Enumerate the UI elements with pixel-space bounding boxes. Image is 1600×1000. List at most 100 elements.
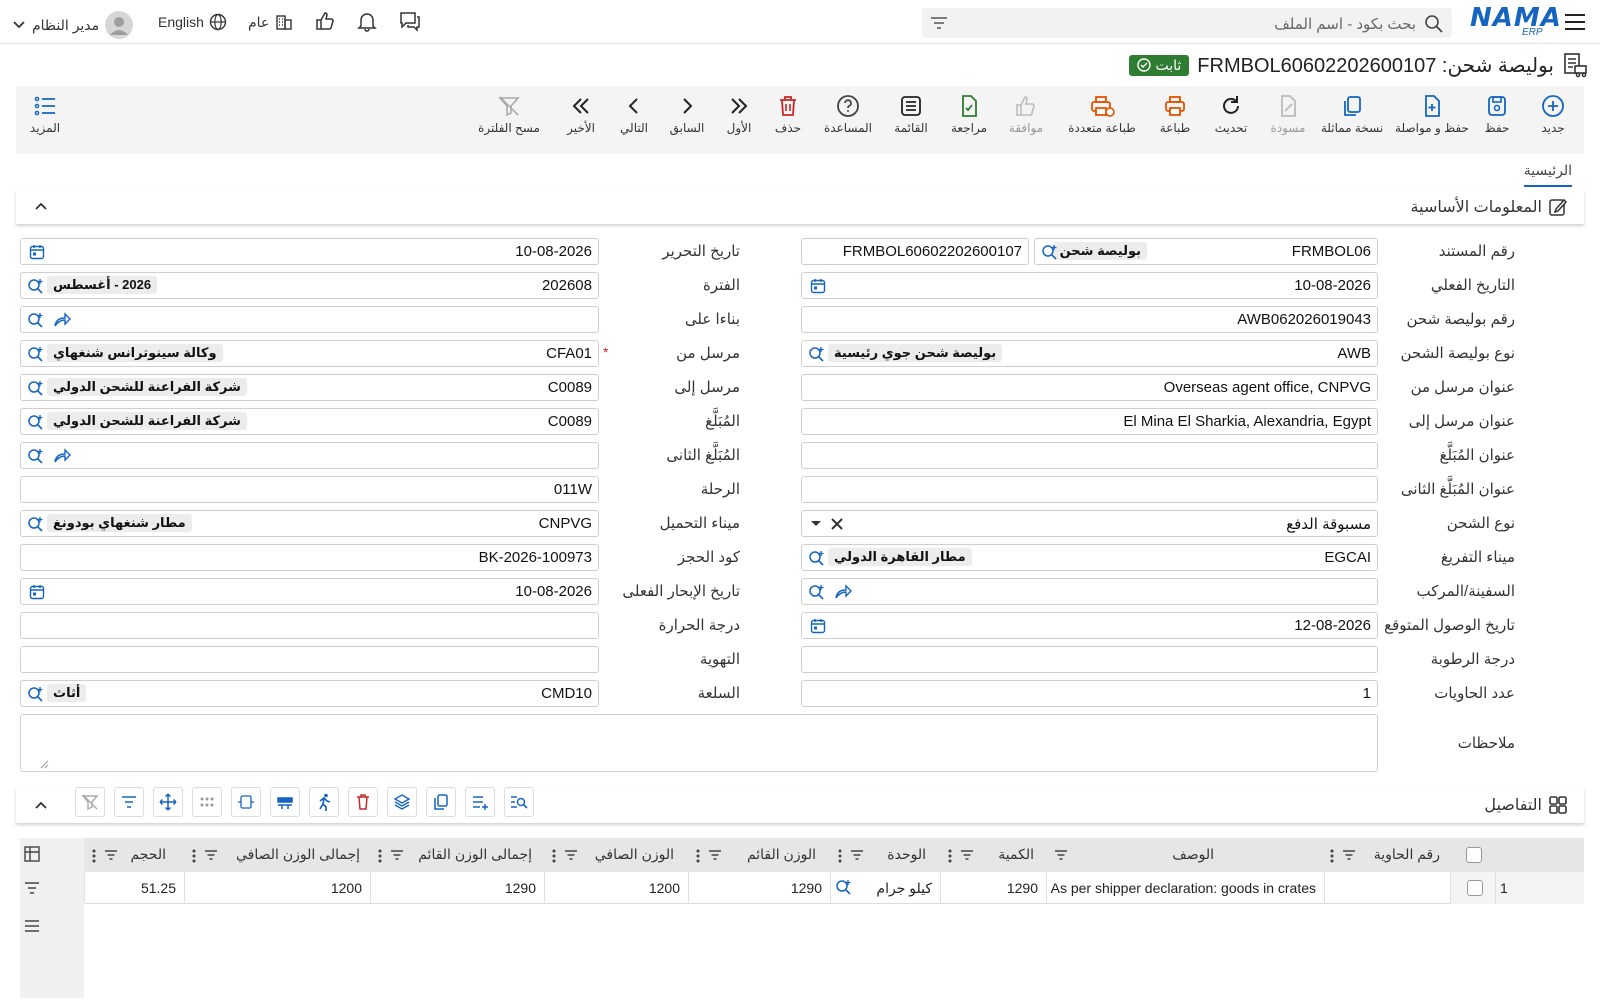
basic-info-header[interactable]: المعلومات الأساسية — [16, 190, 1584, 224]
column-header-select[interactable] — [1450, 838, 1584, 872]
cell-volume[interactable]: 51.25 — [84, 872, 184, 904]
column-menu-icon[interactable] — [948, 849, 952, 863]
filter-icon[interactable] — [24, 880, 40, 896]
filter-icon[interactable] — [1342, 849, 1356, 861]
lookup-icon[interactable] — [808, 584, 826, 600]
branch-switch[interactable]: عام — [248, 12, 294, 32]
last-button[interactable]: الأخير — [546, 94, 616, 135]
lookup-icon[interactable] — [27, 448, 45, 464]
multi-print-button[interactable]: طباعة متعددة — [1052, 94, 1152, 135]
cell-quantity[interactable]: 1290 — [940, 872, 1046, 904]
notify-address-field[interactable] — [801, 442, 1378, 469]
issue-date-field[interactable]: 10-08-2026 — [20, 238, 599, 265]
cell-select[interactable]: 1 — [1450, 872, 1584, 904]
calendar-icon[interactable] — [810, 618, 826, 634]
temperature-field[interactable] — [20, 612, 599, 639]
column-menu-icon[interactable] — [378, 849, 382, 863]
column-header-gross-weight[interactable]: الوزن القائم — [688, 838, 830, 872]
trash-icon[interactable] — [348, 787, 378, 817]
chevron-up-icon[interactable] — [34, 200, 48, 212]
humidity-field[interactable] — [801, 646, 1378, 673]
column-header-description[interactable]: الوصف — [1046, 838, 1324, 872]
resize-handle-icon[interactable] — [39, 759, 49, 769]
cell-total-gross[interactable]: 1290 — [370, 872, 544, 904]
chevron-up-icon[interactable] — [34, 799, 48, 811]
lookup-icon[interactable] — [27, 380, 45, 396]
more-button[interactable]: المزيد — [10, 94, 80, 135]
filter-icon[interactable] — [850, 849, 864, 861]
thumbs-up-icon[interactable] — [314, 10, 336, 32]
save-continue-button[interactable]: حفظ و مواصلة — [1382, 94, 1482, 135]
menu-icon[interactable] — [24, 918, 40, 934]
share-arrow-icon[interactable] — [53, 448, 71, 464]
booking-code-field[interactable]: BK-2026-100973 — [20, 544, 599, 571]
calendar-icon[interactable] — [810, 278, 826, 294]
clear-filter-icon[interactable] — [75, 787, 105, 817]
loading-port-field[interactable]: CNPVG مطار شنغهاي بودونغ — [20, 510, 599, 537]
chat-icon[interactable] — [398, 10, 422, 32]
caret-down-icon[interactable] — [810, 520, 822, 528]
dots-grid-icon[interactable] — [192, 787, 222, 817]
select-all-checkbox[interactable] — [1466, 847, 1482, 863]
filter-icon[interactable] — [114, 787, 144, 817]
search-list-icon[interactable] — [504, 787, 534, 817]
calendar-icon[interactable] — [29, 584, 45, 600]
vessel-field[interactable] — [801, 578, 1378, 605]
lookup-icon[interactable] — [835, 879, 853, 895]
share-arrow-icon[interactable] — [53, 312, 71, 328]
filter-icon[interactable] — [104, 849, 118, 861]
filter-icon[interactable] — [204, 849, 218, 861]
cell-net-weight[interactable]: 1200 — [544, 872, 688, 904]
notify2-address-field[interactable] — [801, 476, 1378, 503]
filter-icon[interactable] — [960, 849, 974, 861]
commodity-field[interactable]: CMD10 أثاث — [20, 680, 599, 707]
bol-type-field[interactable]: AWB بوليصة شحن جوي رئيسية — [801, 340, 1378, 367]
notify2-field[interactable] — [20, 442, 599, 469]
column-header-total-net[interactable]: إجمالى الوزن الصافي — [184, 838, 370, 872]
filter-icon[interactable] — [390, 849, 404, 861]
filter-icon[interactable] — [930, 15, 948, 31]
sender-field[interactable]: CFA01 وكالة سينوترانس شنغهاي — [20, 340, 599, 367]
shipment-type-select[interactable]: مسبوقة الدفع — [801, 510, 1378, 537]
hamburger-menu-icon[interactable] — [1564, 12, 1586, 32]
lookup-icon[interactable] — [27, 414, 45, 430]
cell-total-net[interactable]: 1200 — [184, 872, 370, 904]
list-button[interactable]: القائمة — [876, 94, 946, 135]
move-icon[interactable] — [153, 787, 183, 817]
lookup-icon[interactable] — [1041, 244, 1059, 260]
filter-icon[interactable] — [564, 849, 578, 861]
close-icon[interactable] — [830, 517, 844, 531]
sender-address-field[interactable]: Overseas agent office, CNPVG — [801, 374, 1378, 401]
receiver-field[interactable]: C0089 شركة الفراعنة للشحن الدولي — [20, 374, 599, 401]
column-menu-icon[interactable] — [552, 849, 556, 863]
cell-container[interactable] — [1324, 872, 1450, 904]
column-header-container[interactable]: رقم الحاوية — [1324, 838, 1450, 872]
table-row[interactable]: 51.25 1200 1290 1200 1290 كيلو جرام 1290… — [84, 872, 1584, 904]
add-rows-icon[interactable] — [465, 787, 495, 817]
based-on-field[interactable] — [20, 306, 599, 333]
lookup-icon[interactable] — [808, 346, 826, 362]
column-menu-icon[interactable] — [838, 849, 842, 863]
column-menu-icon[interactable] — [192, 849, 196, 863]
column-header-quantity[interactable]: الكمية — [940, 838, 1046, 872]
actual-date-field[interactable]: 10-08-2026 — [801, 272, 1378, 299]
period-field[interactable]: 202608 2026 - أغسطس — [20, 272, 599, 299]
fit-columns-icon[interactable] — [231, 787, 261, 817]
language-switch[interactable]: English — [158, 13, 227, 31]
run-icon[interactable] — [309, 787, 339, 817]
cell-unit[interactable]: كيلو جرام — [830, 872, 940, 904]
calendar-icon[interactable] — [29, 244, 45, 260]
tab-main[interactable]: الرئيسية — [1523, 162, 1572, 187]
voyage-field[interactable]: 011W — [20, 476, 599, 503]
filter-icon[interactable] — [708, 849, 722, 861]
notes-textarea[interactable] — [20, 714, 1378, 772]
lookup-icon[interactable] — [27, 516, 45, 532]
receiver-address-field[interactable]: El Mina El Sharkia, Alexandria, Egypt — [801, 408, 1378, 435]
duplicate-button[interactable]: نسخة مماثلة — [1311, 94, 1393, 135]
lookup-icon[interactable] — [27, 278, 45, 294]
table-settings-icon[interactable] — [24, 846, 40, 862]
search-input[interactable]: بحث بكود - اسم الملف — [922, 8, 1452, 38]
actual-sailing-field[interactable]: 10-08-2026 — [20, 578, 599, 605]
doc-number-field[interactable]: FRMBOL60602202600107 — [801, 238, 1029, 265]
eta-field[interactable]: 12-08-2026 — [801, 612, 1378, 639]
